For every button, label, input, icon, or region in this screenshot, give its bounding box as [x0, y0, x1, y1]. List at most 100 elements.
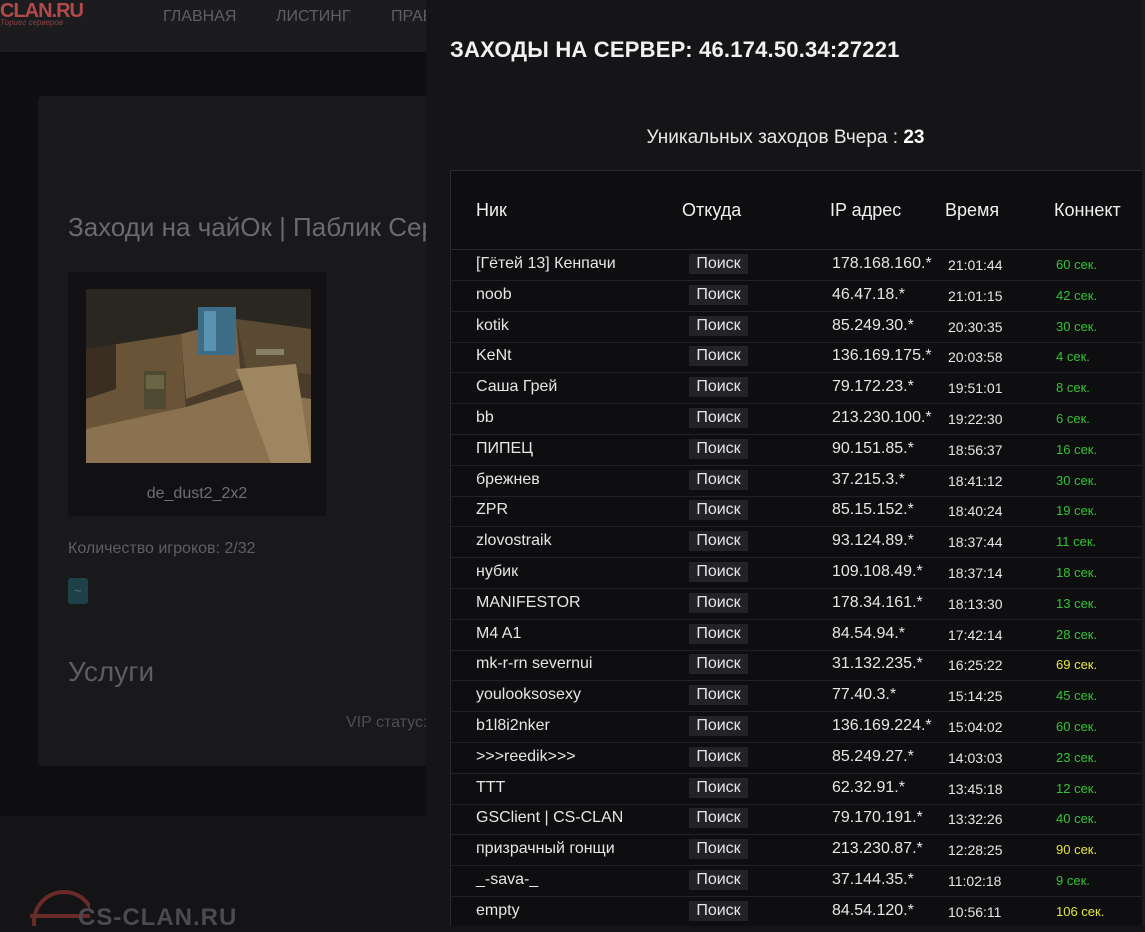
nav-link-home[interactable]: ГЛАВНАЯ — [163, 8, 236, 26]
cell-time: 15:14:25 — [948, 688, 1003, 705]
cell-time: 14:03:03 — [948, 749, 1003, 766]
col-header-nick[interactable]: Ник — [476, 200, 507, 221]
table-row: bb Поиск 213.230.100.* 19:22:30 6 сек. — [451, 404, 1145, 435]
cell-nick: ПИПЕЦ — [476, 439, 534, 457]
table-row: TTT Поиск 62.32.91.* 13:45:18 12 сек. — [451, 774, 1145, 805]
cell-nick: ZPR — [476, 501, 508, 519]
cell-ip: 85.15.152.* — [832, 501, 914, 519]
col-header-time[interactable]: Время — [945, 200, 999, 221]
chart-toggle-icon[interactable]: ~ — [68, 578, 88, 604]
cell-ip: 213.230.100.* — [832, 409, 932, 426]
cell-nick: zlovostraik — [476, 532, 552, 550]
table-row: GSClient | CS-CLAN Поиск 79.170.191.* 13:32… — [451, 804, 1145, 836]
cell-connect: 90 сек. — [1056, 842, 1098, 858]
cell-time: 10:56:11 — [948, 903, 1002, 920]
cell-ip: 90.151.85.* — [832, 439, 914, 457]
vip-status-label: VIP статус: — [346, 714, 428, 731]
table-row: Саша Грей Поиск 79.172.23.* 19:51:01 8 сек. — [451, 373, 1145, 405]
nav-link-listing[interactable]: ЛИСТИНГ — [276, 8, 351, 26]
map-name: de_dust2_2x2 — [146, 485, 248, 502]
cell-from-badge: Поиск — [689, 562, 748, 582]
cell-nick: _-sava-_ — [476, 871, 539, 888]
table-row: kotik Поиск 85.249.30.* 20:30:35 30 сек. — [451, 312, 1145, 343]
cell-connect: 13 сек. — [1056, 595, 1098, 611]
cell-ip: 84.54.120.* — [832, 901, 914, 919]
cell-from-badge: Поиск — [689, 408, 748, 428]
cell-nick: брежнев — [476, 470, 540, 488]
cell-time: 18:56:37 — [948, 441, 1003, 458]
cell-ip: 79.172.23.* — [832, 378, 914, 396]
table-row: брежнев Поиск 37.215.3.* 18:41:12 30 сек. — [451, 466, 1145, 497]
cell-time: 11:02:18 — [948, 873, 1002, 889]
cell-ip: 85.249.30.* — [832, 316, 914, 334]
server-title: Заходи на чайОк | Паблик Сер — [68, 212, 436, 242]
cell-ip: 62.32.91.* — [832, 778, 905, 796]
cell-nick: bb — [476, 409, 494, 426]
cell-from-badge: Поиск — [689, 469, 748, 490]
cell-connect: 16 сек. — [1056, 441, 1098, 457]
cell-time: 19:51:01 — [948, 380, 1003, 397]
cell-time: 12:28:25 — [948, 842, 1003, 859]
cell-ip: 93.124.89.* — [832, 532, 914, 550]
table-row: youlooksosexy Поиск 77.40.3.* 15:14:25 45 се… — [451, 681, 1145, 713]
cell-time: 19:22:30 — [948, 411, 1003, 427]
cell-ip: 213.230.87.* — [832, 840, 923, 858]
cell-connect: 69 сек. — [1056, 657, 1098, 673]
players-label: Количество игроков: — [68, 540, 220, 557]
players-value: 2/32 — [224, 540, 256, 557]
visits-table: Ник Откуда IP адрес Время Коннект [Гётей… — [450, 170, 1145, 926]
col-header-from[interactable]: Откуда — [682, 200, 741, 221]
table-row: b1l8i2nker Поиск 136.169.224.* 15:04:02 60 с… — [451, 712, 1145, 743]
cell-ip: 31.132.235.* — [832, 655, 923, 673]
cell-from-badge: Поиск — [689, 808, 748, 829]
cell-time: 13:45:18 — [948, 780, 1003, 797]
cell-time: 21:01:15 — [948, 287, 1003, 304]
cell-connect: 11 сек. — [1056, 534, 1097, 550]
cell-connect: 30 сек. — [1056, 472, 1098, 488]
cell-nick: нубик — [476, 563, 519, 580]
cell-from-badge: Поиск — [689, 346, 748, 367]
cell-time: 17:42:14 — [948, 626, 1003, 643]
cell-connect: 42 сек. — [1056, 287, 1098, 303]
cell-connect: 23 сек. — [1056, 749, 1098, 765]
cell-nick: b1l8i2nker — [476, 717, 550, 734]
col-header-ip[interactable]: IP адрес — [830, 200, 901, 221]
table-row: noob Поиск 46.47.18.* 21:01:15 42 сек. — [451, 281, 1145, 312]
cell-time: 20:03:58 — [948, 349, 1003, 366]
table-row: призрачный гонщи Поиск 213.230.87.* 12:28:2… — [451, 835, 1145, 867]
cell-time: 20:30:35 — [948, 318, 1003, 335]
cell-ip: 46.47.18.* — [832, 285, 905, 303]
cell-connect: 40 сек. — [1056, 811, 1098, 827]
cell-from-badge: Поиск — [689, 777, 748, 798]
cell-from-badge: Поиск — [689, 870, 748, 890]
cell-nick: призрачный гонщи — [476, 840, 615, 858]
cell-connect: 19 сек. — [1056, 503, 1098, 519]
cell-ip: 37.144.35.* — [832, 871, 914, 888]
col-header-connect[interactable]: Коннект — [1054, 200, 1121, 221]
cell-from-badge: Поиск — [689, 254, 748, 274]
players-count: Количество игроков: 2/32 — [68, 540, 256, 558]
cell-time: 15:04:02 — [948, 719, 1003, 735]
cell-nick: mk-r-rn severnui — [476, 655, 593, 673]
site-logo-subtitle: Ториег серверов — [0, 18, 64, 27]
cell-ip: 85.249.27.* — [832, 747, 914, 765]
table-row: _-sava-_ Поиск 37.144.35.* 11:02:18 9 сек. — [451, 866, 1145, 897]
cell-connect: 28 сек. — [1056, 626, 1098, 642]
cell-ip: 136.169.175.* — [832, 347, 932, 365]
table-row: >>>reedik>>> Поиск 85.249.27.* 14:03:03 23 с… — [451, 743, 1145, 774]
cell-time: 18:40:24 — [948, 503, 1003, 520]
cell-from-badge: Поиск — [689, 315, 748, 336]
services-title: Услуги — [68, 656, 155, 687]
cell-time: 18:13:30 — [948, 595, 1003, 612]
cell-connect: 60 сек. — [1056, 719, 1098, 734]
cell-nick: KeNt — [476, 347, 512, 365]
cell-connect: 8 сек. — [1056, 380, 1090, 396]
unique-visits-label: Уникальных заходов Вчера : — [646, 127, 899, 148]
cell-ip: 136.169.224.* — [832, 717, 932, 734]
cell-connect: 12 сек. — [1056, 780, 1098, 796]
modal-title: ЗАХОДЫ НА СЕРВЕР: 46.174.50.34:27221 — [450, 37, 900, 62]
unique-visits-count: 23 — [903, 127, 925, 148]
cell-connect: 30 сек. — [1056, 318, 1098, 334]
visits-table-header: Ник Откуда IP адрес Время Коннект — [451, 171, 1145, 250]
cell-ip: 84.54.94.* — [832, 624, 905, 642]
